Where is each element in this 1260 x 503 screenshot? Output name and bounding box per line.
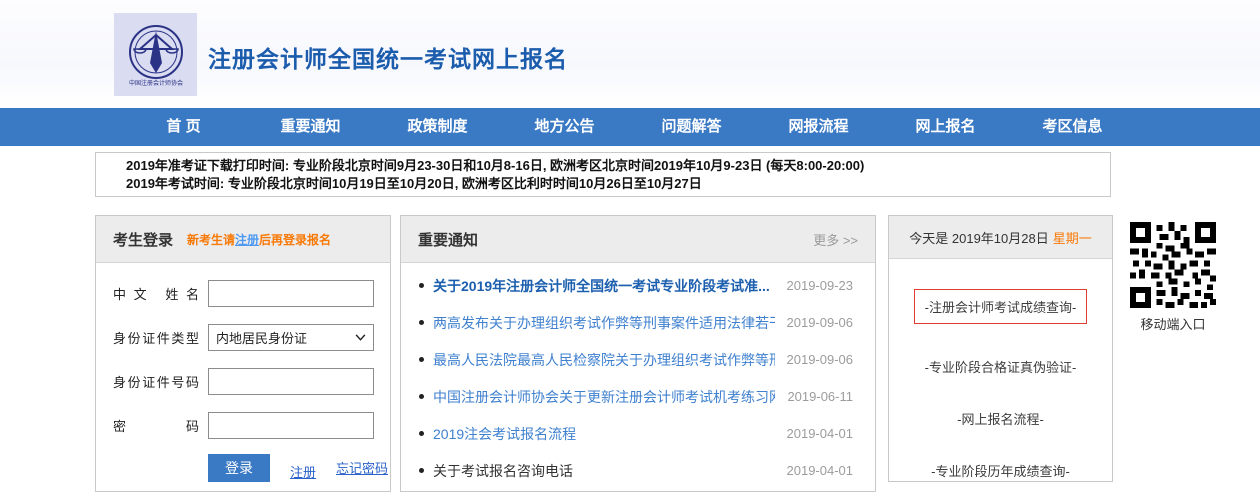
- notices-title: 重要通知: [418, 229, 478, 250]
- list-item: 最高人民法院最高人民检察院关于办理组织考试作弊等刑事案件... 2019-09-…: [401, 341, 875, 378]
- id-type-value: 内地居民身份证: [216, 328, 307, 347]
- login-panel: 考生登录 新考生请注册后再登录报名 中文 姓名 身份证件类型 内地居民身份证 身…: [95, 215, 391, 492]
- list-item: 关于考试报名咨询电话 2019-04-01: [401, 452, 875, 489]
- quick-link[interactable]: -专业阶段历年成绩查询-: [931, 461, 1070, 480]
- list-item: 两高发布关于办理组织考试作弊等刑事案件适用法律若干问题的... 2019-09-…: [401, 304, 875, 341]
- bullet-icon: [419, 431, 424, 436]
- login-button[interactable]: 登录: [208, 454, 270, 482]
- notice-line: 2019年考试时间: 专业阶段北京时间10月19日至10月20日, 欧洲考区比利…: [126, 175, 1110, 193]
- nav-item[interactable]: 网报流程: [755, 108, 882, 146]
- main-nav: 首 页 重要通知 政策制度 地方公告 问题解答 网报流程 网上报名 考区信息: [0, 108, 1260, 146]
- nav-item[interactable]: 重要通知: [247, 108, 374, 146]
- cicpa-logo-icon: 中国注册会计师协会: [114, 13, 197, 96]
- notice-date: 2019-09-23: [787, 278, 854, 293]
- notice-list: 关于2019年注册会计师全国统一考试专业阶段考试准... 2019-09-23 …: [401, 263, 875, 489]
- login-title: 考生登录: [113, 229, 173, 250]
- forgot-password-link[interactable]: 忘记密码: [336, 458, 388, 477]
- exam-time-notice: 2019年准考证下载打印时间: 专业阶段北京时间9月23-30日和10月8-16…: [95, 152, 1111, 197]
- register-inline-link[interactable]: 注册: [235, 233, 259, 247]
- page-title: 注册会计师全国统一考试网上报名: [208, 40, 568, 74]
- nav-item[interactable]: 网上报名: [882, 108, 1009, 146]
- notice-link[interactable]: 最高人民法院最高人民检察院关于办理组织考试作弊等刑事案件...: [433, 350, 775, 370]
- bullet-icon: [419, 468, 424, 473]
- quick-links-panel: 今天是 2019年10月28日 星期一 -注册会计师考试成绩查询- -专业阶段合…: [888, 215, 1113, 482]
- quick-link[interactable]: -专业阶段合格证真伪验证-: [925, 357, 1077, 376]
- register-link[interactable]: 注册: [290, 462, 316, 481]
- mobile-entry: 移动端入口: [1128, 222, 1218, 333]
- login-panel-header: 考生登录 新考生请注册后再登录报名: [96, 216, 390, 263]
- bullet-icon: [419, 394, 424, 399]
- notice-date: 2019-04-01: [787, 463, 854, 478]
- notice-line: 2019年准考证下载打印时间: 专业阶段北京时间9月23-30日和10月8-16…: [126, 157, 1110, 175]
- notice-date: 2019-04-01: [787, 426, 854, 441]
- bullet-icon: [419, 283, 424, 288]
- nav-item[interactable]: 地方公告: [501, 108, 628, 146]
- id-number-label: 身份证件号码: [113, 372, 199, 391]
- name-input[interactable]: [208, 280, 374, 307]
- nav-item[interactable]: 考区信息: [1009, 108, 1136, 146]
- notice-date: 2019-06-11: [787, 389, 853, 404]
- bullet-icon: [419, 357, 424, 362]
- notice-link[interactable]: 关于2019年注册会计师全国统一考试专业阶段考试准...: [433, 276, 775, 296]
- chevron-down-icon: [355, 334, 366, 341]
- date-header: 今天是 2019年10月28日 星期一: [889, 216, 1112, 259]
- list-item: 2019注会考试报名流程 2019-04-01: [401, 415, 875, 452]
- quick-link[interactable]: -网上报名流程-: [957, 409, 1044, 428]
- notice-link[interactable]: 两高发布关于办理组织考试作弊等刑事案件适用法律若干问题的...: [433, 313, 775, 333]
- notice-date: 2019-09-06: [787, 352, 854, 367]
- notices-panel-header: 重要通知 更多 >>: [401, 216, 875, 263]
- hint-prefix: 新考生请: [187, 233, 235, 247]
- nav-item[interactable]: 首 页: [120, 108, 247, 146]
- notice-link[interactable]: 2019注会考试报名流程: [433, 424, 775, 444]
- more-link[interactable]: 更多 >>: [813, 230, 858, 249]
- id-type-select[interactable]: 内地居民身份证: [208, 324, 374, 351]
- notice-link[interactable]: 中国注册会计师协会关于更新注册会计师考试机考练习网站的公...: [433, 387, 775, 407]
- hint-suffix: 后再登录报名: [259, 233, 331, 247]
- bullet-icon: [419, 320, 424, 325]
- notices-panel: 重要通知 更多 >> 关于2019年注册会计师全国统一考试专业阶段考试准... …: [400, 215, 876, 492]
- mobile-entry-label: 移动端入口: [1140, 314, 1205, 333]
- notice-link[interactable]: 关于考试报名咨询电话: [433, 461, 775, 481]
- svg-text:中国注册会计师协会: 中国注册会计师协会: [128, 79, 182, 87]
- id-number-input[interactable]: [208, 368, 374, 395]
- nav-item[interactable]: 问题解答: [628, 108, 755, 146]
- password-label: 密 码: [113, 416, 199, 435]
- weekday: 星期一: [1053, 228, 1092, 247]
- quick-links-list: -注册会计师考试成绩查询- -专业阶段合格证真伪验证- -网上报名流程- -专业…: [889, 259, 1112, 480]
- notice-date: 2019-09-06: [787, 315, 854, 330]
- qr-code: [1130, 222, 1216, 308]
- site-header: 中国注册会计师协会 注册会计师全国统一考试网上报名: [0, 0, 1260, 108]
- list-item: 关于2019年注册会计师全国统一考试专业阶段考试准... 2019-09-23: [401, 267, 875, 304]
- name-label: 中文 姓名: [113, 284, 199, 303]
- id-type-label: 身份证件类型: [113, 328, 199, 347]
- today-date: 今天是 2019年10月28日: [909, 228, 1048, 247]
- nav-item[interactable]: 政策制度: [374, 108, 501, 146]
- quick-link[interactable]: -注册会计师考试成绩查询-: [914, 289, 1088, 324]
- page: 中国注册会计师协会 注册会计师全国统一考试网上报名 首 页 重要通知 政策制度 …: [0, 0, 1260, 503]
- list-item: 中国注册会计师协会关于更新注册会计师考试机考练习网站的公... 2019-06-…: [401, 378, 875, 415]
- password-input[interactable]: [208, 412, 374, 439]
- new-user-hint: 新考生请注册后再登录报名: [187, 231, 331, 248]
